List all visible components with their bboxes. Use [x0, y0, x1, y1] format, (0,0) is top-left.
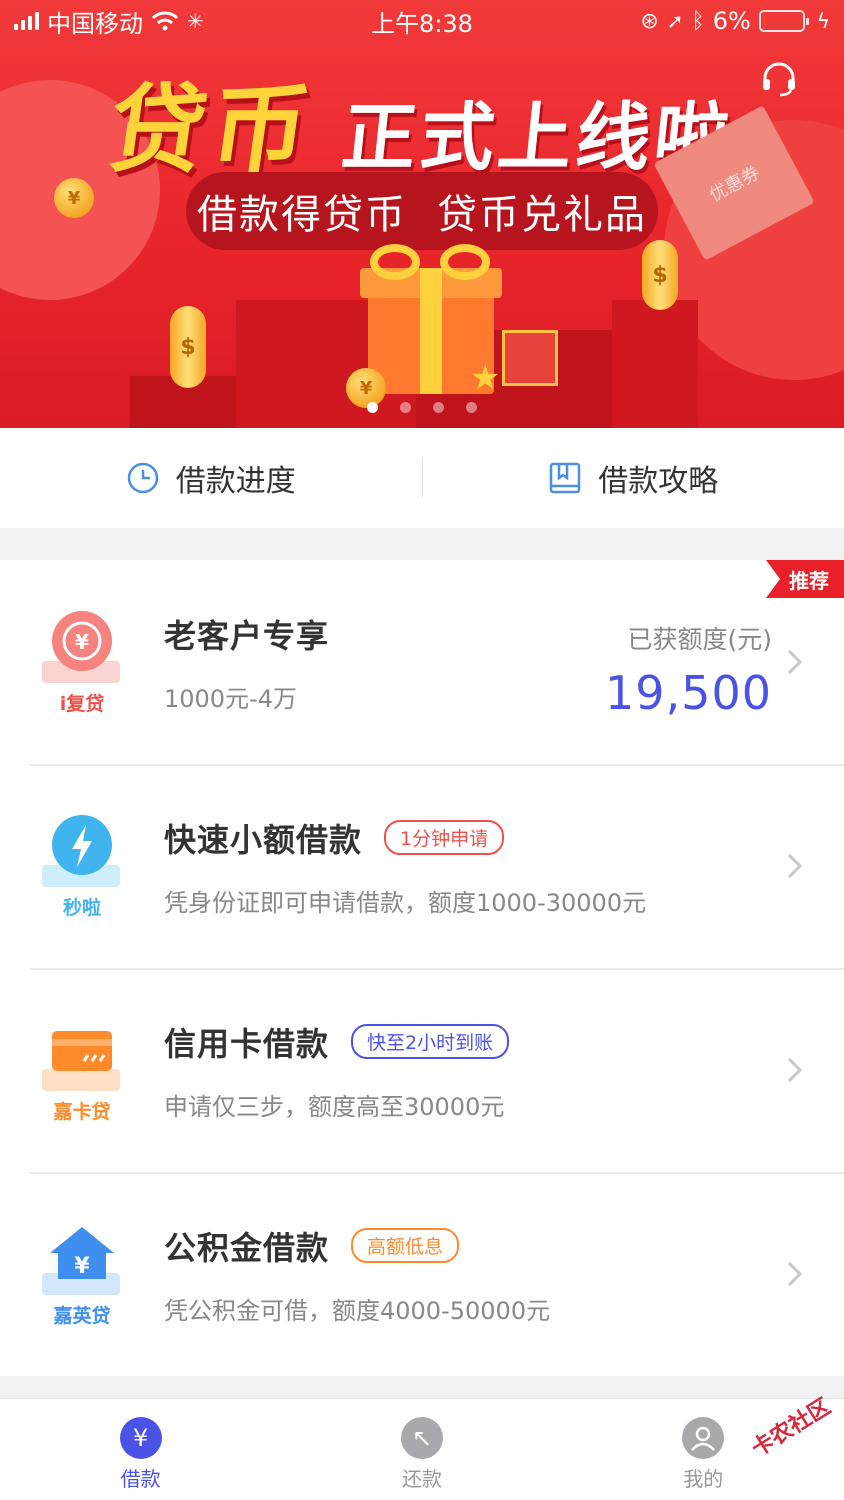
- recommend-badge: 推荐: [766, 560, 844, 598]
- gift-bow: [370, 244, 420, 280]
- quota-value: 19,500: [605, 666, 772, 720]
- credit-card-icon: [52, 1030, 112, 1071]
- brand-name: 秒啦: [62, 896, 101, 919]
- brand-name: i复贷: [59, 692, 105, 715]
- tab-label: 借款: [120, 1467, 161, 1491]
- quick-nav: 借款进度 借款攻略: [0, 428, 844, 528]
- loan-brand: 嘉卡贷: [0, 1017, 164, 1124]
- loan-guide-button[interactable]: 借款攻略: [423, 456, 844, 500]
- loan-desc: 凭身份证即可申请借款，额度1000-30000元: [164, 888, 647, 917]
- coin-icon: $: [170, 306, 206, 388]
- loading-spinner-icon: ✳: [187, 9, 204, 33]
- quota-label: 已获额度(元): [627, 625, 772, 654]
- loan-title: 老客户专享: [164, 616, 330, 655]
- loan-item-returning-customer[interactable]: 推荐 ¥ i复贷 老客户专享 1000元-4万 已获额度(元) 19,500: [0, 560, 844, 764]
- loan-brand: ¥ 嘉英贷: [0, 1221, 164, 1328]
- status-bar: 中国移动 ✳ 上午8:38 ⊛ ➚ ᛒ 6% ϟ: [0, 0, 844, 42]
- loan-desc: 凭公积金可借，额度4000-50000元: [164, 1296, 551, 1325]
- carousel-dot[interactable]: [433, 402, 444, 413]
- bluetooth-icon: ᛒ: [691, 8, 705, 34]
- tab-label: 我的: [683, 1467, 724, 1491]
- star-icon: ★: [470, 358, 501, 398]
- charging-icon: ϟ: [816, 9, 830, 33]
- return-arrow-icon: ↖: [400, 1417, 443, 1459]
- lightning-icon: [52, 814, 112, 875]
- loan-progress-label: 借款进度: [175, 464, 296, 499]
- signal-icon: [14, 12, 39, 30]
- svg-text:¥: ¥: [74, 1254, 90, 1279]
- chevron-right-icon: [787, 1057, 803, 1083]
- ifudai-icon: ¥: [52, 610, 112, 671]
- loan-list: 推荐 ¥ i复贷 老客户专享 1000元-4万 已获额度(元) 19,500 秒…: [0, 560, 844, 1376]
- carousel-dots: [0, 402, 844, 413]
- carousel-dot[interactable]: [367, 402, 378, 413]
- loan-desc: 申请仅三步，额度高至30000元: [164, 1092, 505, 1121]
- loan-title: 快速小额借款: [164, 820, 363, 859]
- loan-item-housing-fund[interactable]: ¥ 嘉英贷 公积金借款 高额低息 凭公积金可借，额度4000-50000元: [0, 1172, 844, 1376]
- banner-slogan: 借款得贷币 贷币兑礼品: [186, 172, 658, 250]
- banner-title-main: 贷币: [101, 74, 322, 186]
- coin-icon: ¥: [54, 178, 94, 218]
- chevron-right-icon: [787, 853, 803, 879]
- tab-repay[interactable]: ↖ 还款: [281, 1399, 562, 1500]
- gift-ribbon: [420, 268, 442, 394]
- loan-item-credit-card[interactable]: 嘉卡贷 信用卡借款 快至2小时到账 申请仅三步，额度高至30000元: [0, 968, 844, 1172]
- chevron-right-icon: [787, 1261, 803, 1287]
- rotation-lock-icon: ⊛: [640, 8, 659, 34]
- wifi-icon: [151, 11, 179, 31]
- promo-banner[interactable]: 贷币 正式上线啦 借款得贷币 贷币兑礼品 优惠券 ★ ¥ ¥ $ $: [0, 0, 844, 428]
- coin-icon: $: [642, 240, 678, 310]
- brand-name: 嘉英贷: [53, 1304, 111, 1327]
- location-icon: ➚: [666, 9, 684, 33]
- loan-title: 公积金借款: [164, 1228, 330, 1267]
- loan-title: 信用卡借款: [164, 1024, 330, 1063]
- banner-slogan-1: 借款得贷币: [197, 192, 407, 238]
- loan-progress-button[interactable]: 借款进度: [0, 456, 422, 500]
- loan-tag: 高额低息: [351, 1228, 460, 1263]
- loan-tag: 快至2小时到账: [351, 1024, 510, 1059]
- loan-item-quick-small[interactable]: 秒啦 快速小额借款 1分钟申请 凭身份证即可申请借款，额度1000-30000元: [0, 764, 844, 968]
- battery-percent: 6%: [712, 7, 751, 35]
- loan-brand: ¥ i复贷: [0, 609, 164, 716]
- svg-text:¥: ¥: [75, 630, 89, 654]
- house-icon: ¥: [50, 1226, 114, 1279]
- loan-tag: 1分钟申请: [384, 820, 505, 855]
- battery-icon: [758, 10, 809, 32]
- loan-guide-label: 借款攻略: [598, 464, 719, 499]
- chevron-right-icon: [787, 649, 803, 675]
- user-icon: [682, 1417, 725, 1459]
- carrier-name: 中国移动: [47, 9, 143, 38]
- quota-block: 已获额度(元) 19,500: [605, 620, 772, 720]
- yen-icon: ¥: [119, 1417, 162, 1459]
- gift-bow: [440, 244, 490, 280]
- headset-icon[interactable]: [760, 60, 798, 98]
- carousel-dot[interactable]: [400, 402, 411, 413]
- tab-borrow[interactable]: ¥ 借款: [0, 1399, 281, 1500]
- loan-brand: 秒啦: [0, 813, 164, 920]
- tab-bar: ¥ 借款 ↖ 还款 我的: [0, 1398, 844, 1500]
- clock-icon: [127, 462, 158, 494]
- brand-name: 嘉卡贷: [53, 1100, 111, 1123]
- small-gift: [502, 330, 558, 386]
- tab-label: 还款: [401, 1467, 442, 1491]
- coupon-label: 优惠券: [705, 162, 764, 207]
- banner-slogan-2: 贷币兑礼品: [437, 192, 647, 238]
- book-icon: [550, 462, 581, 494]
- carousel-dot[interactable]: [466, 402, 477, 413]
